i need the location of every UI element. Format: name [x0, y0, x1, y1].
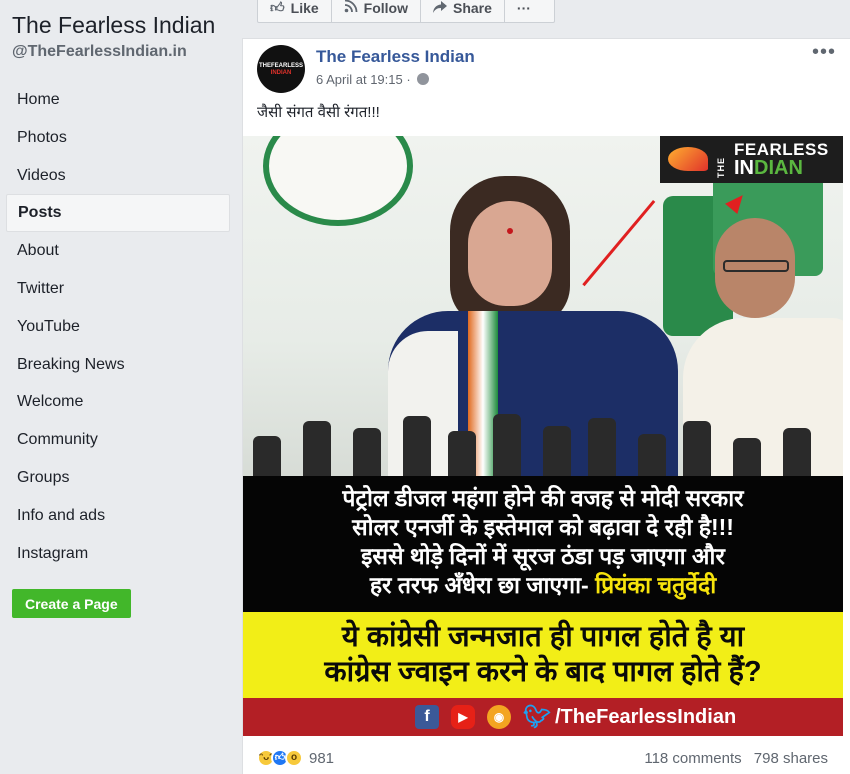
microphones [243, 386, 843, 476]
page-action-bar: 👍︎ Like Follow Share ··· [257, 0, 555, 23]
page-nav: Home Photos Videos Posts About Twitter Y… [6, 81, 230, 572]
dot-separator: · [406, 72, 415, 87]
nav-item-welcome[interactable]: Welcome [6, 383, 230, 421]
footer-handle: /TheFearlessIndian [555, 705, 737, 728]
timestamp-text: 6 April at 19:15 [316, 72, 403, 87]
facebook-icon: f [415, 705, 439, 729]
nav-item-twitter[interactable]: Twitter [6, 270, 230, 308]
fearless-indian-logo: THE FEARLESS INDIAN [660, 136, 843, 183]
rss-icon [344, 0, 358, 16]
nav-item-community[interactable]: Community [6, 421, 230, 459]
share-arrow-icon [432, 0, 447, 16]
avatar-logo-text: THEFEARLESS INDIAN [258, 63, 303, 76]
page-name[interactable]: The Fearless Indian [12, 12, 215, 39]
comments-count-link[interactable]: 118 comments [644, 750, 741, 767]
follow-page-button[interactable]: Follow [332, 0, 421, 22]
post-card: THEFEARLESS INDIAN The Fearless Indian 6… [242, 38, 850, 774]
photo-footer: f ▶ ◉ 🐦︎ /TheFearlessIndian [243, 698, 843, 736]
photo-scene: THE FEARLESS INDIAN [243, 136, 843, 476]
more-actions-button[interactable]: ··· [505, 0, 543, 22]
nav-item-breaking-news[interactable]: Breaking News [6, 346, 230, 384]
nav-item-instagram[interactable]: Instagram [6, 535, 230, 573]
page-sidebar: The Fearless Indian @TheFearlessIndian.i… [0, 0, 240, 774]
nav-item-groups[interactable]: Groups [6, 459, 230, 497]
photo-caption-yellow: ये कांग्रेसी जन्मजात ही पागल होते है या … [243, 612, 843, 698]
author-avatar[interactable]: THEFEARLESS INDIAN [257, 45, 305, 93]
nav-item-photos[interactable]: Photos [6, 119, 230, 157]
nav-item-posts[interactable]: Posts [6, 194, 230, 233]
photo-caption-black: पेट्रोल डीजल महंगा होने की वजह से मोदी स… [243, 476, 843, 612]
nav-item-about[interactable]: About [6, 232, 230, 270]
like-label: Like [290, 0, 319, 16]
page-handle[interactable]: @TheFearlessIndian.in [12, 43, 187, 61]
youtube-icon: ▶ [451, 705, 475, 729]
share-page-button[interactable]: Share [421, 0, 505, 22]
flame-icon [668, 147, 708, 171]
thumbs-up-icon: 👍︎ [270, 0, 285, 15]
post-timestamp[interactable]: 6 April at 19:15 · [316, 72, 430, 87]
wow-reaction-icon: o [285, 749, 303, 767]
post-photo[interactable]: THE FEARLESS INDIAN पेट्रोल डीजल महंगा ह… [243, 136, 843, 736]
follow-label: Follow [363, 0, 408, 16]
like-page-button[interactable]: 👍︎ Like [258, 0, 332, 22]
nav-item-youtube[interactable]: YouTube [6, 308, 230, 346]
nav-item-home[interactable]: Home [6, 81, 230, 119]
twitter-icon: 🐦︎ [523, 704, 551, 729]
rss-icon: ◉ [487, 705, 511, 729]
reactions-count: 981 [309, 749, 335, 767]
nav-item-info-and-ads[interactable]: Info and ads [6, 497, 230, 535]
create-page-button[interactable]: Create a Page [12, 589, 131, 618]
reactions-summary[interactable]: ᵔᴗᵔ 👍︎ o 981 [257, 749, 334, 767]
post-text: जैसी संगत वैसी रंगत!!! [257, 104, 380, 121]
engagement-counts: 118 comments 798 shares [636, 750, 828, 767]
share-label: Share [452, 0, 492, 16]
shares-count-link[interactable]: 798 shares [754, 750, 828, 767]
nav-item-videos[interactable]: Videos [6, 157, 230, 195]
post-author-link[interactable]: The Fearless Indian [316, 47, 475, 67]
post-options-button[interactable]: ••• [812, 41, 836, 64]
globe-icon [417, 73, 430, 85]
